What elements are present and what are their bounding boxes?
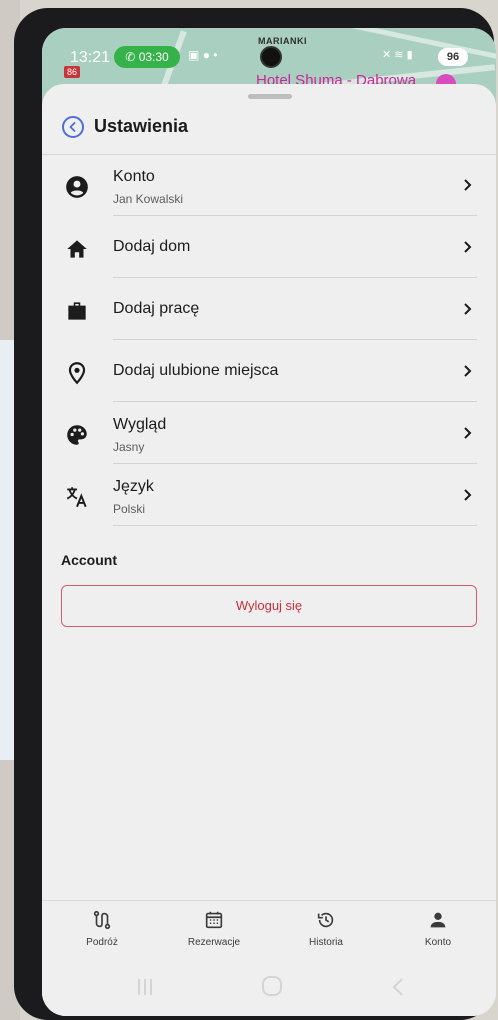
drag-handle[interactable] — [248, 94, 292, 99]
home-button-icon[interactable] — [260, 974, 284, 998]
notification-icons: ▣ ● • — [188, 48, 217, 62]
settings-item-account[interactable]: Konto Jan Kowalski — [42, 154, 496, 216]
page-title: Ustawienia — [94, 116, 189, 136]
nav-tab-reservations[interactable]: Rezerwacje — [169, 909, 259, 948]
bottom-navigation: Podróż Rezerwacje Historia Konto — [42, 900, 496, 965]
phone-screen: MARIANKI 13:21 ✆ 03:30 ▣ ● • ✕ ≋ ▮ 96 86… — [42, 28, 496, 1016]
settings-header: Ustawienia — [42, 108, 496, 155]
settings-item-appearance[interactable]: Wygląd Jasny — [42, 402, 496, 464]
chevron-left-icon — [69, 122, 76, 132]
settings-item-sublabel: Jasny — [113, 440, 145, 454]
dot-icon: • — [213, 48, 218, 62]
nav-tab-label: Konto — [424, 937, 452, 948]
settings-item-favorite-places[interactable]: Dodaj ulubione miejsca — [42, 340, 496, 402]
row-divider — [113, 525, 477, 526]
connectivity-icons: ✕ ≋ ▮ — [382, 48, 413, 61]
settings-item-add-home[interactable]: Dodaj dom — [42, 216, 496, 278]
front-camera — [260, 46, 282, 68]
phone-frame: MARIANKI 13:21 ✆ 03:30 ▣ ● • ✕ ≋ ▮ 96 86… — [14, 8, 496, 1020]
settings-item-label: Wygląd — [113, 416, 167, 433]
home-icon — [67, 240, 87, 258]
phone-icon: ✆ — [125, 50, 136, 64]
chevron-right-icon — [464, 427, 472, 439]
nav-tab-trip[interactable]: Podróż — [57, 909, 147, 948]
settings-item-add-work[interactable]: Dodaj pracę — [42, 278, 496, 340]
nav-tab-history[interactable]: Historia — [281, 909, 371, 948]
chevron-right-icon — [464, 489, 472, 501]
location-pin-icon — [68, 362, 86, 385]
route-icon — [93, 910, 111, 930]
mute-icon: ✕ — [382, 49, 392, 61]
status-bar: MARIANKI 13:21 ✆ 03:30 ▣ ● • ✕ ≋ ▮ 96 86… — [42, 28, 496, 94]
route-badge: 86 — [64, 66, 81, 78]
chevron-right-icon — [464, 303, 472, 315]
call-timer: 03:30 — [138, 50, 169, 64]
chevron-right-icon — [464, 179, 472, 191]
map-district-label: MARIANKI — [258, 36, 307, 46]
calendar-icon — [205, 911, 223, 929]
account-section-title: Account — [61, 552, 117, 568]
chevron-right-icon — [464, 241, 472, 253]
system-navigation-bar — [42, 964, 496, 1016]
status-time: 13:21 — [70, 49, 111, 66]
settings-item-label: Dodaj ulubione miejsca — [113, 362, 279, 379]
settings-item-label: Dodaj pracę — [113, 300, 200, 317]
translate-icon — [66, 487, 87, 508]
nav-tab-label: Historia — [309, 937, 343, 948]
chat-icon: ● — [202, 48, 210, 62]
recent-apps-icon[interactable] — [134, 976, 156, 998]
nav-tab-label: Rezerwacje — [187, 937, 241, 948]
palette-icon — [67, 425, 87, 445]
account-circle-icon — [66, 176, 88, 198]
settings-item-label: Konto — [113, 168, 155, 185]
battery-indicator: 96 — [438, 48, 468, 66]
back-nav-icon[interactable] — [388, 976, 408, 998]
chevron-right-icon — [464, 365, 472, 377]
wifi-icon: ≋ — [394, 49, 404, 61]
settings-item-label: Dodaj dom — [113, 238, 191, 255]
back-button[interactable] — [62, 116, 84, 138]
logout-button[interactable]: Wyloguj się — [61, 585, 477, 627]
settings-item-sublabel: Polski — [113, 502, 146, 516]
screen-record-icon: ▣ — [188, 48, 200, 62]
settings-item-label: Język — [113, 478, 154, 495]
nav-tab-account[interactable]: Konto — [393, 909, 483, 948]
settings-sheet: Ustawienia Konto Jan Kowalski Dodaj dom — [42, 84, 496, 1016]
history-icon — [317, 912, 334, 928]
nav-tab-label: Podróż — [86, 937, 118, 948]
signal-icon: ▮ — [406, 49, 413, 61]
person-icon — [430, 912, 446, 928]
briefcase-icon — [68, 302, 86, 320]
settings-item-language[interactable]: Język Polski — [42, 464, 496, 526]
ongoing-call-pill[interactable]: ✆ 03:30 — [114, 46, 180, 68]
settings-item-sublabel: Jan Kowalski — [113, 192, 184, 206]
